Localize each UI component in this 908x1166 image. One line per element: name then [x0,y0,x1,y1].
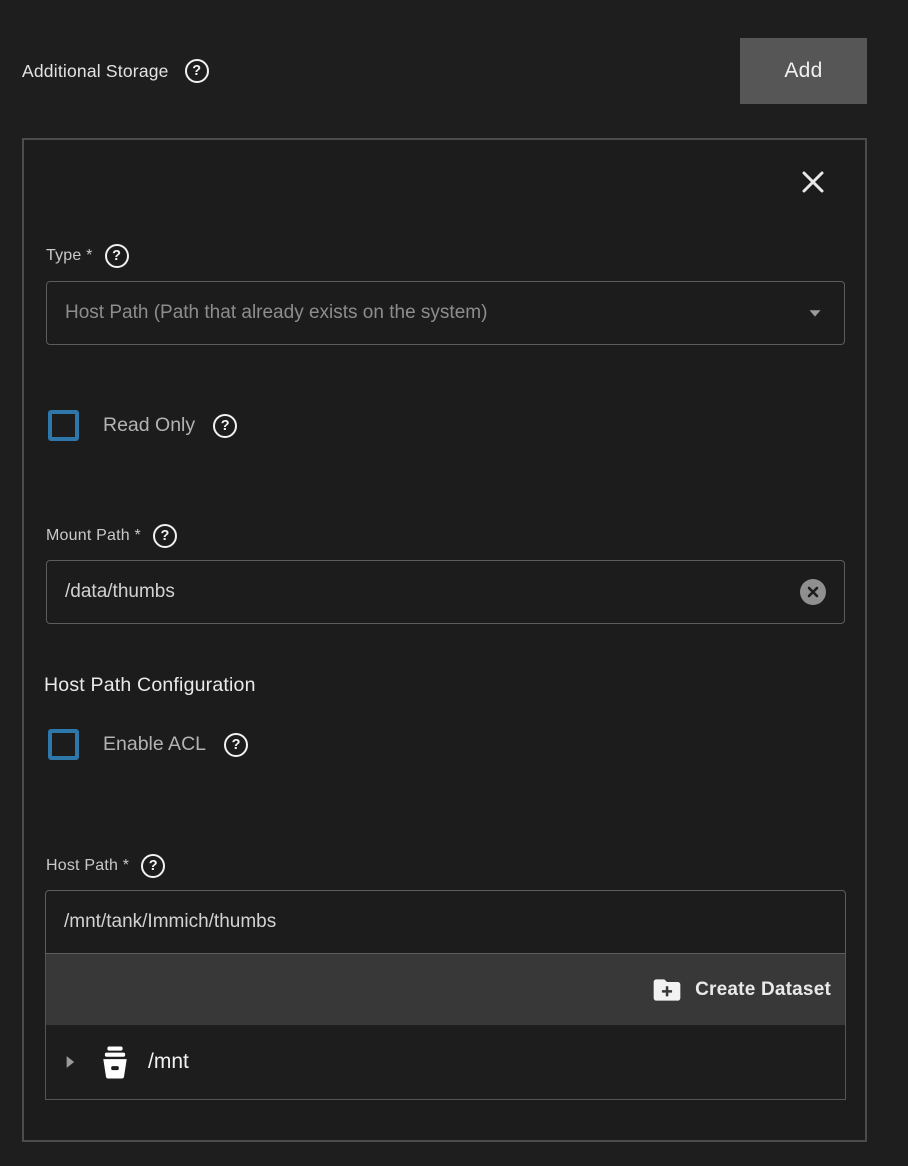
enable-acl-checkbox[interactable] [48,729,79,760]
enable-acl-label: Enable ACL [103,733,206,756]
chevron-down-triangle-icon [804,302,826,324]
read-only-help-icon[interactable]: ? [213,414,237,438]
tree-node-mnt[interactable]: /mnt [46,1025,845,1099]
caret-right-icon[interactable] [60,1052,80,1072]
host-path-explorer: Create Dataset /mnt [45,954,846,1100]
mount-path-label: Mount Path * [46,527,141,545]
host-path-help-icon[interactable]: ? [141,854,165,878]
enable-acl-row: Enable ACL ? [48,729,248,760]
host-path-config-heading: Host Path Configuration [44,674,256,697]
storage-item-card: Type * ? Host Path (Path that already ex… [22,138,867,1142]
type-select[interactable]: Host Path (Path that already exists on t… [46,281,845,345]
host-path-input[interactable] [64,911,827,933]
type-select-value: Host Path (Path that already exists on t… [65,302,796,324]
create-dataset-button[interactable]: Create Dataset [46,954,845,1025]
host-path-label-row: Host Path * ? [46,853,165,879]
dataset-icon [96,1043,134,1081]
mount-path-field-box [46,560,845,624]
clear-x-circle-icon [806,585,820,599]
mount-path-clear-button[interactable] [800,579,826,605]
close-x-icon [798,167,828,197]
create-dataset-label: Create Dataset [695,979,831,1001]
type-help-icon[interactable]: ? [105,244,129,268]
type-label-row: Type * ? [46,243,129,269]
add-button[interactable]: Add [740,38,867,104]
mount-path-label-row: Mount Path * ? [46,523,177,549]
mount-path-input[interactable] [65,581,800,603]
section-title: Additional Storage [22,61,169,82]
mount-path-help-icon[interactable]: ? [153,524,177,548]
type-label: Type * [46,247,93,265]
read-only-label: Read Only [103,414,195,437]
additional-storage-screen: Additional Storage ? Add Type * ? Host P… [0,0,908,1166]
read-only-row: Read Only ? [48,410,237,441]
enable-acl-help-icon[interactable]: ? [224,733,248,757]
section-help-icon[interactable]: ? [185,59,209,83]
host-path-label: Host Path * [46,857,129,875]
close-button[interactable] [797,166,829,198]
read-only-checkbox[interactable] [48,410,79,441]
tree-node-label: /mnt [148,1050,189,1074]
folder-plus-icon [651,974,683,1006]
host-path-field-box [45,890,846,954]
